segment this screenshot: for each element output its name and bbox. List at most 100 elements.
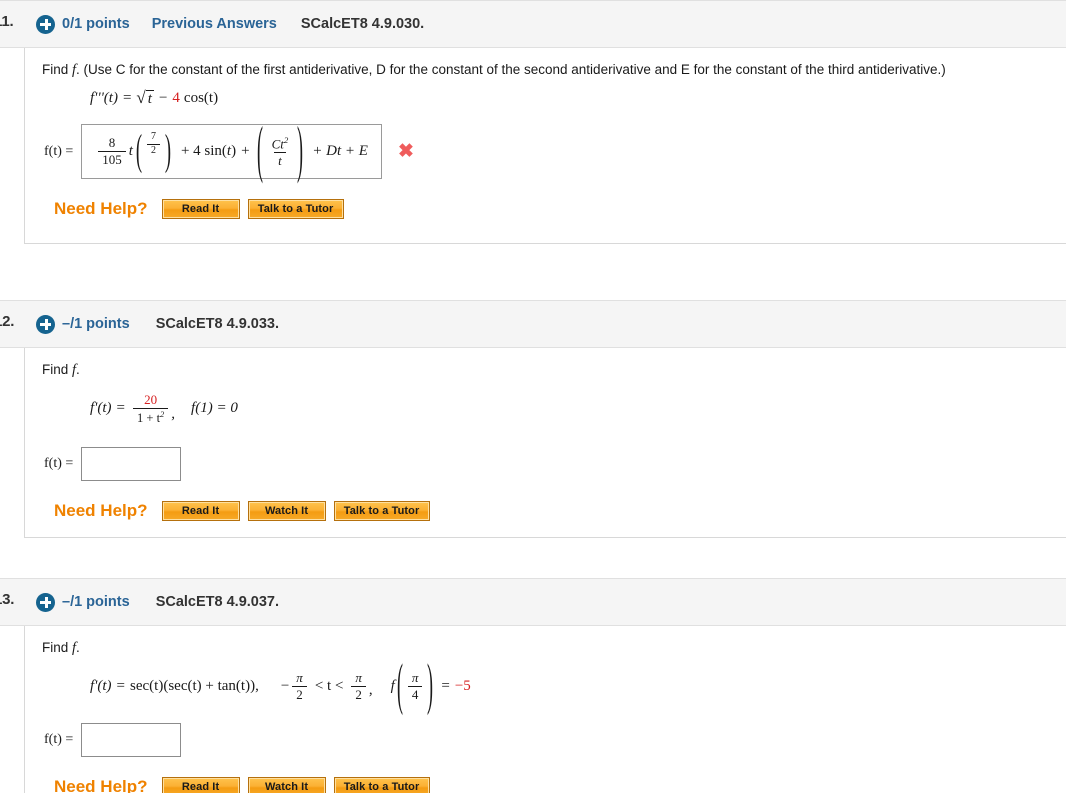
answer-term2-close-11: ) xyxy=(231,142,237,159)
incorrect-mark-icon: ✖ xyxy=(397,141,414,162)
inner-numerator: Ct2 xyxy=(268,134,293,152)
answer-term2-11: + 4 sin( xyxy=(180,142,227,159)
read-it-button-11[interactable]: Read It xyxy=(161,199,240,219)
given-lhs-13: f'(t) xyxy=(90,677,112,694)
inner-num-exponent: 2 xyxy=(283,134,289,145)
given-equation-11: f'''(t) = √ t − 4 cos(t) xyxy=(90,89,1066,108)
denominator: 2 xyxy=(351,685,366,702)
exponent-denominator: 2 xyxy=(146,143,160,157)
close-paren-icon: ) xyxy=(164,126,172,175)
coefficient-fraction-11: 8 105 xyxy=(98,136,126,166)
radical-icon: √ xyxy=(136,88,146,107)
given-equals-12: = xyxy=(116,400,126,417)
answer-variable-11: t xyxy=(128,142,133,159)
given-lhs-12: f'(t) xyxy=(90,400,112,417)
given-comma-13: , xyxy=(368,682,373,699)
prompt-rest: . (Use C for the constant of the first a… xyxy=(76,62,946,77)
assignment-page: 11. 0/1 points Previous Answers SCalcET8… xyxy=(0,0,1066,793)
den-exponent: 2 xyxy=(160,408,165,419)
answer-label-12: f(t) = xyxy=(44,455,74,471)
watch-it-button-12[interactable]: Watch It xyxy=(247,500,326,521)
prompt-prefix: Find xyxy=(42,62,73,77)
inner-fraction-11: Ct2 t xyxy=(268,134,293,168)
pi-symbol: π xyxy=(355,670,362,685)
inner-denominator: t xyxy=(274,151,286,168)
den-text: 1 + t xyxy=(137,410,161,425)
question-header-12: 12. –/1 points SCalcET8 4.9.033. xyxy=(0,300,1066,348)
given-equation-12: f'(t) = 20 1 + t2 , f(1) = 0 xyxy=(90,393,1066,425)
given-expr-13: sec(t)(sec(t) + tan(t)), xyxy=(130,677,259,694)
inequality-13: < t < xyxy=(314,677,344,694)
given-value-13: −5 xyxy=(454,677,471,694)
answer-input-13[interactable] xyxy=(81,723,182,758)
points-label-12: –/1 points xyxy=(62,316,130,332)
question-header-11: 11. 0/1 points Previous Answers SCalcET8… xyxy=(0,0,1066,48)
problem-id-12: SCalcET8 4.9.033. xyxy=(155,316,280,332)
sqrt-radicand-11: t xyxy=(145,90,154,107)
close-paren-icon: ) xyxy=(427,653,434,717)
answer-input-12[interactable] xyxy=(81,446,182,481)
pi-over-two-right: π 2 xyxy=(351,671,366,701)
given-lhs-11: f'''(t) xyxy=(90,90,118,106)
answer-row-13: f(t) = xyxy=(42,723,1066,758)
points-label-13: –/1 points xyxy=(62,594,130,610)
given-minus-13: − xyxy=(280,677,290,694)
answer-tail-11: + Dt + E xyxy=(312,142,368,159)
prompt-rest: . xyxy=(76,640,80,655)
need-help-row-12: Need Help? Read It Watch It Talk to a Tu… xyxy=(54,500,1066,521)
talk-to-tutor-button-12[interactable]: Talk to a Tutor xyxy=(333,500,430,521)
need-help-label-11: Need Help? xyxy=(54,199,148,218)
question-body-12: Find f. f'(t) = 20 1 + t2 , f(1) = 0 f(t… xyxy=(24,348,1066,538)
given-equals-13: = xyxy=(116,677,126,694)
watch-it-button-13[interactable]: Watch It xyxy=(247,777,326,793)
question-body-13: Find f. f'(t) = sec(t)(sec(t) + tan(t)),… xyxy=(24,626,1066,793)
exponent-fraction-11: 7 2 xyxy=(146,132,160,157)
answer-row-11: f(t) = 8 105 t ( 7 2 ) + 4 sin(t) + (… xyxy=(42,119,1066,182)
read-it-button-12[interactable]: Read It xyxy=(161,500,240,521)
given-equals2-13: = xyxy=(441,677,450,694)
talk-to-tutor-button-13[interactable]: Talk to a Tutor xyxy=(333,777,430,793)
problem-id-11: SCalcET8 4.9.030. xyxy=(300,16,425,32)
answer-row-12: f(t) = xyxy=(42,446,1066,481)
plus-circle-icon[interactable] xyxy=(36,14,55,34)
prompt-text-13: Find f. xyxy=(42,640,1066,657)
given-condition-12: f(1) = 0 xyxy=(191,400,238,417)
fraction-numerator: 8 xyxy=(108,135,116,151)
prompt-prefix: Find xyxy=(42,640,73,655)
given-trig-11: cos(t) xyxy=(183,90,219,106)
read-it-button-13[interactable]: Read It xyxy=(161,777,240,793)
pi-over-four: π 4 xyxy=(407,670,423,702)
open-paren-big-icon: ( xyxy=(256,115,263,186)
given-equation-13: f'(t) = sec(t)(sec(t) + tan(t)), − π 2 <… xyxy=(90,657,1066,714)
answer-plus-11: + xyxy=(241,142,250,159)
plus-circle-icon[interactable] xyxy=(36,314,55,334)
pi-over-two-left: π 2 xyxy=(292,671,307,701)
need-help-label-13: Need Help? xyxy=(54,777,148,793)
answer-label-13: f(t) = xyxy=(44,732,74,748)
question-body-11: Find f. (Use C for the constant of the f… xyxy=(24,48,1066,244)
need-help-row-11: Need Help? Read It Talk to a Tutor xyxy=(54,199,1066,219)
talk-to-tutor-button-11[interactable]: Talk to a Tutor xyxy=(247,199,344,219)
pi-symbol: π xyxy=(411,670,419,685)
plus-circle-icon[interactable] xyxy=(36,592,55,612)
given-coefficient-11: 4 xyxy=(172,90,180,106)
question-block-11: 11. 0/1 points Previous Answers SCalcET8… xyxy=(0,0,1066,244)
problem-id-13: SCalcET8 4.9.037. xyxy=(155,594,280,610)
previous-answers-link-11[interactable]: Previous Answers xyxy=(152,16,277,32)
denominator: 4 xyxy=(407,685,423,702)
question-number-13: 13. xyxy=(0,591,15,608)
question-block-13: 13. –/1 points SCalcET8 4.9.037. Find f.… xyxy=(0,578,1066,793)
answer-expression-box-11[interactable]: 8 105 t ( 7 2 ) + 4 sin(t) + (Ct2 t) … xyxy=(81,119,382,182)
open-paren-icon: ( xyxy=(396,653,403,717)
pi-symbol: π xyxy=(296,670,303,685)
given-minus-11: − xyxy=(158,90,168,106)
answer-expression-11: 8 105 t ( 7 2 ) + 4 sin(t) + (Ct2 t) … xyxy=(95,119,368,182)
close-paren-big-icon: ) xyxy=(297,115,304,186)
fraction-denominator: 105 xyxy=(98,150,126,167)
denominator: 2 xyxy=(292,685,307,702)
f-of-symbol-13: f xyxy=(390,677,395,694)
question-header-13: 13. –/1 points SCalcET8 4.9.037. xyxy=(0,578,1066,626)
given-comma-12: , xyxy=(171,405,176,422)
prompt-text-11: Find f. (Use C for the constant of the f… xyxy=(42,62,1066,79)
question-block-12: 12. –/1 points SCalcET8 4.9.033. Find f.… xyxy=(0,300,1066,538)
